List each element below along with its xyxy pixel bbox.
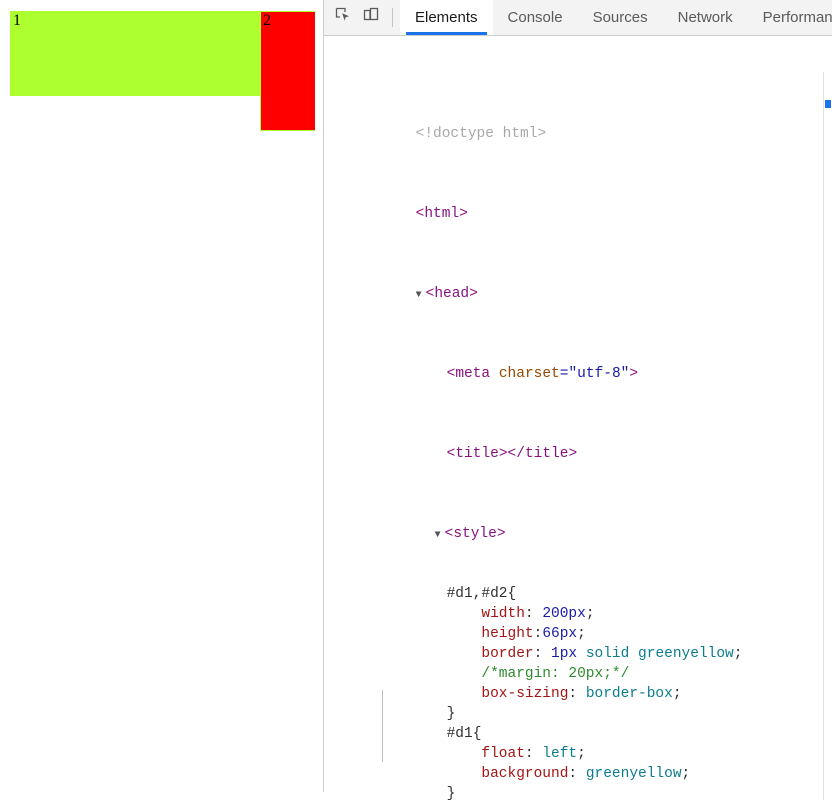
- dom-node-style-open[interactable]: ▼ <style>: [324, 504, 832, 542]
- css-line: }: [324, 704, 832, 724]
- style-open-tag: <style>: [444, 526, 506, 542]
- tab-network-label: Network: [677, 9, 733, 26]
- css-keyword: greenyellow: [585, 766, 682, 782]
- inspect-element-icon: [334, 6, 352, 29]
- css-punctuation: :: [524, 606, 543, 622]
- dom-tree[interactable]: <!doctype html> <html> ▼ <head> <meta cha…: [324, 36, 832, 800]
- css-keyword: solid greenyellow: [585, 646, 734, 662]
- tab-sources[interactable]: Sources: [578, 0, 663, 35]
- css-property: float: [481, 746, 525, 762]
- css-punctuation: ;: [733, 646, 743, 662]
- css-comment: /*margin: 20px;*/: [481, 666, 630, 682]
- style-text-content: #d1,#d2{width: 200px; height:66px; border:…: [324, 584, 832, 800]
- css-line: width: 200px;: [324, 604, 832, 624]
- tab-performance[interactable]: Performan: [748, 0, 832, 35]
- dom-node-meta[interactable]: <meta charset="utf-8">: [324, 344, 832, 382]
- dom-node-doctype[interactable]: <!doctype html>: [324, 104, 832, 142]
- device-toolbar-icon: [362, 6, 380, 29]
- css-line: box-sizing: border-box;: [324, 684, 832, 704]
- css-number: 200px: [542, 606, 586, 622]
- css-keyword: border-box: [585, 686, 673, 702]
- css-punctuation: ;: [585, 606, 595, 622]
- css-line: background: greenyellow;: [324, 764, 832, 784]
- css-punctuation: :: [568, 766, 586, 782]
- css-punctuation: }: [446, 786, 456, 800]
- css-punctuation: ;: [577, 746, 586, 762]
- css-property: background: [481, 766, 569, 782]
- css-punctuation: :: [533, 646, 552, 662]
- devtools-toolbar: Elements Console Sources Network Perform…: [324, 0, 832, 36]
- toolbar-divider: [392, 8, 393, 27]
- inspect-element-button[interactable]: [329, 0, 357, 35]
- css-line: #d1,#d2{: [324, 584, 832, 604]
- tab-console[interactable]: Console: [493, 0, 578, 35]
- meta-attr-value: ="utf-8": [559, 366, 630, 382]
- css-line: border: 1px solid greenyellow;: [324, 644, 832, 664]
- css-number: 66px: [542, 626, 578, 642]
- devtools-panel: Elements Console Sources Network Perform…: [324, 0, 832, 800]
- css-line: /*margin: 20px;*/: [324, 664, 832, 684]
- css-property: width: [481, 606, 525, 622]
- scroll-position-marker[interactable]: [825, 100, 831, 108]
- tab-console-label: Console: [507, 9, 563, 26]
- dom-node-html-open[interactable]: <html>: [324, 184, 832, 222]
- css-line: height:66px;: [324, 624, 832, 644]
- panel-splitter[interactable]: [315, 0, 323, 792]
- css-punctuation: :: [568, 686, 586, 702]
- html-open-tag: <html>: [415, 206, 468, 222]
- doctype-text: <!doctype html>: [415, 126, 547, 142]
- devtools-tabs: Elements Console Sources Network Perform…: [400, 0, 832, 35]
- css-property: height: [481, 626, 534, 642]
- css-selector: #d1{: [446, 726, 482, 742]
- page-overflow-wrapper: 2: [260, 11, 315, 131]
- css-punctuation: ;: [577, 626, 586, 642]
- device-toolbar-button[interactable]: [357, 0, 385, 35]
- css-keyword: left: [542, 746, 578, 762]
- title-tag: <title></title>: [446, 446, 578, 462]
- tab-sources-label: Sources: [592, 9, 648, 26]
- tab-elements[interactable]: Elements: [400, 0, 493, 35]
- css-property: border: [481, 646, 534, 662]
- css-property: box-sizing: [481, 686, 569, 702]
- page-render-viewport: 1 2: [0, 0, 315, 792]
- page-div-d1[interactable]: 1: [10, 11, 260, 96]
- css-line: }: [324, 784, 832, 800]
- tree-guide-line: [382, 690, 383, 762]
- page-content: 1 2: [10, 11, 315, 411]
- dom-node-title[interactable]: <title></title>: [324, 424, 832, 462]
- browser-window: 1 2 Elements Console Sources Network Per…: [0, 0, 832, 800]
- devtools-scroll-rail[interactable]: [823, 72, 824, 800]
- chevron-down-icon[interactable]: ▼: [416, 286, 426, 306]
- css-line: #d1{: [324, 724, 832, 744]
- tab-elements-label: Elements: [415, 9, 478, 26]
- tab-performance-label: Performan: [762, 9, 832, 26]
- chevron-down-icon[interactable]: ▼: [435, 526, 445, 546]
- css-punctuation: ;: [681, 766, 691, 782]
- meta-tag-open: <meta: [446, 366, 499, 382]
- css-punctuation: }: [446, 706, 456, 722]
- page-div-d2[interactable]: 2: [260, 11, 315, 131]
- meta-attr-name: charset: [498, 366, 560, 382]
- css-punctuation: [577, 646, 586, 662]
- head-open-tag: <head>: [425, 286, 478, 302]
- css-number: 1px: [551, 646, 578, 662]
- css-line: float: left;: [324, 744, 832, 764]
- tab-network[interactable]: Network: [663, 0, 748, 35]
- meta-tag-close: >: [629, 366, 639, 382]
- css-punctuation: ;: [672, 686, 682, 702]
- dom-node-head-open[interactable]: ▼ <head>: [324, 264, 832, 302]
- css-selector: #d1,#d2{: [446, 586, 517, 602]
- css-punctuation: :: [533, 626, 543, 642]
- css-punctuation: :: [524, 746, 543, 762]
